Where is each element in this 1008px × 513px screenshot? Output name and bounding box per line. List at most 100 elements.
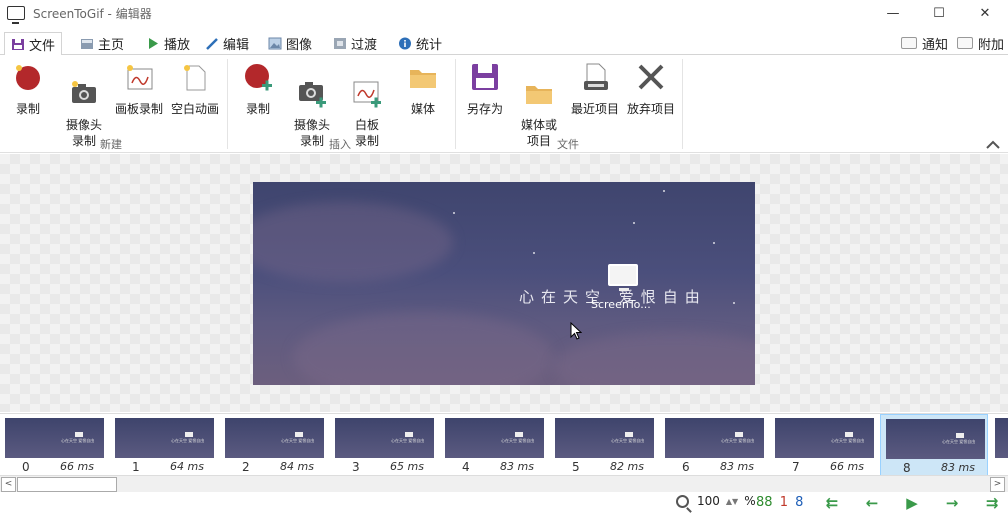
thumbnail-image: 心在天空 爱恨自由 xyxy=(555,418,654,458)
ribbon-panel: 录制 摄像头 录制 画板录制 空白动画 新建 录制 摄像头 录制 白板 录制 媒… xyxy=(0,55,1008,153)
save-as-icon xyxy=(472,64,498,90)
tab-play[interactable]: 播放 xyxy=(140,32,196,55)
button-label: 录制 xyxy=(245,102,270,116)
app-monitor-icon xyxy=(7,6,25,24)
button-label: 最近项目 xyxy=(570,102,619,116)
tab-home[interactable]: 主页 xyxy=(74,32,130,55)
frame-delay: 83 ms xyxy=(720,460,754,473)
webcam-icon xyxy=(72,81,96,103)
ribbon-tabs: 文件 主页 播放 编辑 图像 过渡 统计 通知 附加 xyxy=(0,32,1008,56)
insert-media-button[interactable]: 媒体 xyxy=(405,61,441,117)
window-title: ScreenToGif - 编辑器 xyxy=(33,6,152,21)
frame-thumbnail-partial[interactable] xyxy=(990,414,1008,476)
frame-index: 1 xyxy=(132,460,140,474)
group-label-insert: 插入 xyxy=(329,138,351,151)
frame-counters: 88 1 8 xyxy=(756,495,803,510)
cloud-shape xyxy=(253,202,453,282)
frame-thumbnail[interactable]: 心在天空 爱恨自由 1 64 ms xyxy=(110,414,218,476)
open-media-project-button[interactable]: 媒体或 项目 xyxy=(517,61,561,165)
recent-projects-icon xyxy=(584,63,608,90)
scroll-right-arrow-icon[interactable]: > xyxy=(990,477,1005,492)
frame-thumbnail[interactable]: 心在天空 爱恨自由 2 84 ms xyxy=(220,414,328,476)
zoom-unit: % xyxy=(744,494,756,508)
frame-thumbnail[interactable]: 心在天空 爱恨自由 6 83 ms xyxy=(660,414,768,476)
new-blank-animation-button[interactable]: 空白动画 xyxy=(168,61,222,117)
tab-label: 统计 xyxy=(416,38,443,53)
insert-webcam-record-button[interactable]: 摄像头 录制 xyxy=(290,61,334,165)
scroll-left-arrow-icon[interactable]: < xyxy=(1,477,16,492)
new-record-button[interactable]: 录制 xyxy=(10,61,46,117)
timeline-scrollbar[interactable]: < > xyxy=(0,475,1008,492)
tab-statistics[interactable]: 统计 xyxy=(392,32,448,55)
discard-project-button[interactable]: 放弃项目 xyxy=(624,61,678,117)
blank-file-icon xyxy=(184,65,206,91)
tab-label: 播放 xyxy=(164,38,191,53)
group-label-new: 新建 xyxy=(100,138,122,151)
thumbnail-image: 心在天空 爱恨自由 xyxy=(886,419,985,459)
cloud-shape xyxy=(293,312,553,385)
zoom-stepper-icon[interactable]: ▲▼ xyxy=(726,497,738,506)
maximize-button[interactable]: ☐ xyxy=(916,0,962,26)
insert-board-record-button[interactable]: 白板 录制 xyxy=(350,61,384,165)
insert-record-button[interactable]: 录制 xyxy=(240,61,276,117)
button-label: 空白动画 xyxy=(170,102,219,116)
button-label: 媒体 xyxy=(410,102,435,116)
close-button[interactable]: ✕ xyxy=(962,0,1008,26)
frame-thumbnail[interactable]: 心在天空 爱恨自由 3 65 ms xyxy=(330,414,438,476)
group-separator xyxy=(682,59,683,149)
frame-delay: 65 ms xyxy=(390,460,424,473)
notification-icon xyxy=(901,37,917,49)
frame-thumbnail-selected[interactable]: 心在天空 爱恨自由 8 83 ms xyxy=(880,414,988,476)
tab-label: 主页 xyxy=(98,38,125,53)
title-bar: ScreenToGif - 编辑器 — ☐ ✕ xyxy=(0,0,1008,26)
board-icon xyxy=(127,65,153,90)
frame-index: 4 xyxy=(462,460,470,474)
thumbnail-image: 心在天空 爱恨自由 xyxy=(775,418,874,458)
image-icon xyxy=(268,37,282,50)
frame-delay: 83 ms xyxy=(941,461,975,474)
first-frame-icon[interactable]: ⇇ xyxy=(812,494,852,512)
frame-count: 88 xyxy=(756,495,773,510)
frame-delay: 66 ms xyxy=(830,460,864,473)
home-icon xyxy=(81,39,93,49)
star xyxy=(633,222,635,224)
new-board-record-button[interactable]: 画板录制 xyxy=(112,61,166,117)
mouse-cursor-icon xyxy=(570,322,582,340)
frame-thumbnail[interactable]: 心在天空 爱恨自由 5 82 ms xyxy=(550,414,658,476)
frame-delay: 84 ms xyxy=(280,460,314,473)
frame-index: 2 xyxy=(242,460,250,474)
board-add-icon xyxy=(353,81,381,108)
minimize-button[interactable]: — xyxy=(870,0,916,26)
thumbnail-image xyxy=(995,418,1008,458)
frame-timeline[interactable]: 心在天空 爱恨自由 0 66 ms 心在天空 爱恨自由 1 64 ms 心在天空… xyxy=(0,413,1008,476)
tab-file[interactable]: 文件 xyxy=(4,32,63,56)
overlay-label: ScreenTo... xyxy=(591,298,651,311)
play-icon[interactable]: ▶ xyxy=(892,494,932,512)
preview-canvas[interactable]: 心在天空 爱恨自由 ScreenTo... xyxy=(0,154,1008,412)
star xyxy=(453,212,455,214)
record-add-icon xyxy=(245,64,272,91)
extras-tab[interactable]: 附加 xyxy=(957,32,1004,54)
frame-index: 3 xyxy=(352,460,360,474)
chevron-up-icon[interactable] xyxy=(986,139,1000,149)
scrollbar-thumb[interactable] xyxy=(17,477,117,492)
frame-thumbnail[interactable]: 心在天空 爱恨自由 7 66 ms xyxy=(770,414,878,476)
zoom-control[interactable]: 100 ▲▼ % xyxy=(676,494,756,508)
group-separator xyxy=(227,59,228,149)
tab-edit[interactable]: 编辑 xyxy=(199,32,255,55)
previous-frame-icon[interactable]: ← xyxy=(852,494,892,512)
notification-tab[interactable]: 通知 xyxy=(901,32,948,54)
tab-transition[interactable]: 过渡 xyxy=(327,32,383,55)
frame-index: 8 xyxy=(903,461,911,475)
frame-thumbnail[interactable]: 心在天空 爱恨自由 4 83 ms xyxy=(440,414,548,476)
tab-image[interactable]: 图像 xyxy=(262,32,318,55)
button-label: 白板 录制 xyxy=(354,118,379,148)
next-frame-icon[interactable]: → xyxy=(932,494,972,512)
frame-preview: 心在天空 爱恨自由 ScreenTo... xyxy=(253,182,755,385)
recent-projects-button[interactable]: 最近项目 xyxy=(568,61,622,117)
thumbnail-image: 心在天空 爱恨自由 xyxy=(225,418,324,458)
zoom-value[interactable]: 100 xyxy=(697,494,720,508)
frame-thumbnail[interactable]: 心在天空 爱恨自由 0 66 ms xyxy=(0,414,108,476)
last-frame-icon[interactable]: ⇉ xyxy=(972,494,1008,512)
save-as-button[interactable]: 另存为 xyxy=(464,61,506,117)
